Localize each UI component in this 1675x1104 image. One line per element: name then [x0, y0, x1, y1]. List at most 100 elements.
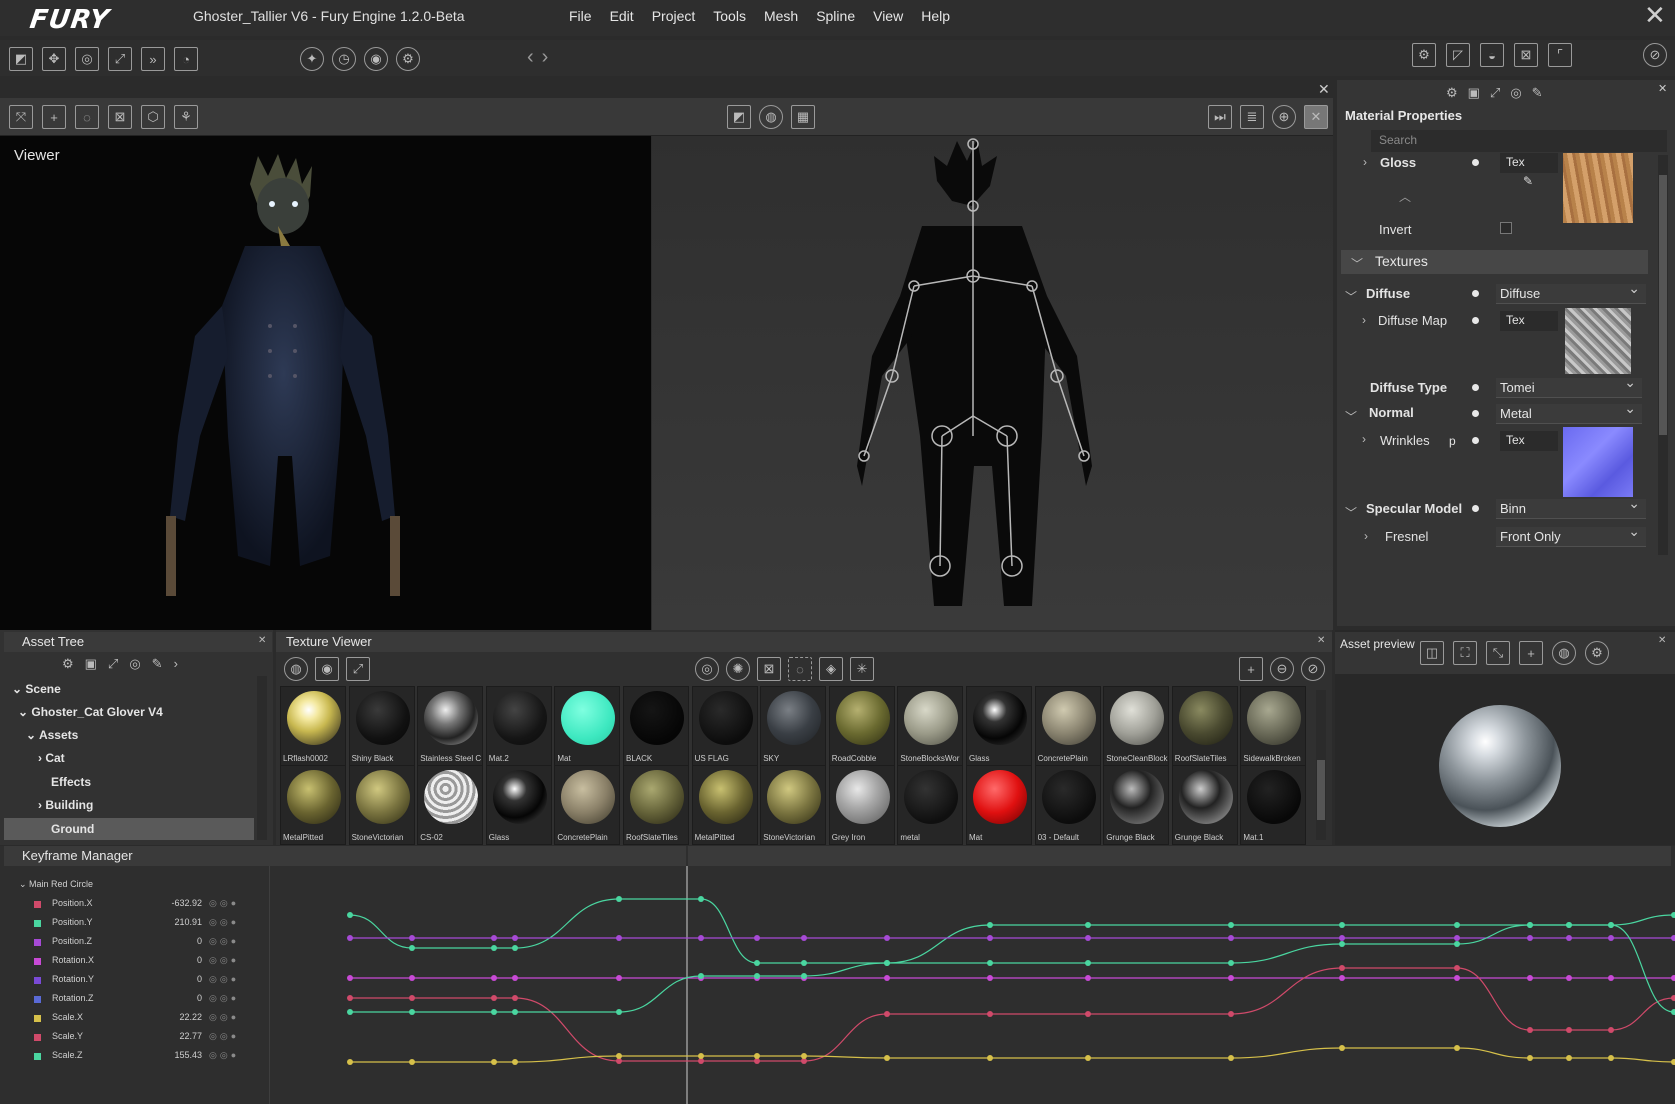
texture-tile[interactable]: RoofSlateTiles [623, 765, 689, 845]
texture-tile[interactable]: BLACK [623, 686, 689, 766]
menu-spline[interactable]: Spline [816, 8, 855, 24]
tex-filter-2-icon[interactable]: ✺ [726, 657, 750, 681]
shading-smooth-icon[interactable]: ◍ [759, 105, 783, 129]
texture-tile[interactable]: Mat [554, 686, 621, 766]
texture-tile[interactable]: ConcretePlain [1034, 686, 1101, 766]
close-viewport-icon[interactable]: ✕ [1304, 105, 1328, 129]
grid-icon[interactable]: ⊠ [1514, 43, 1538, 67]
close-material-icon[interactable]: ✕ [1658, 82, 1667, 95]
shading-flat-icon[interactable]: ◩ [727, 105, 751, 129]
texture-tile[interactable]: 03 - Default [1034, 765, 1101, 845]
collapse-up-icon[interactable]: ︿ [1399, 188, 1411, 205]
preview-globe-icon[interactable]: ◍ [1552, 641, 1576, 665]
keyframe-channel-row[interactable]: Position.Y 210.91 ◎◎● [34, 917, 264, 935]
close-asset-preview-icon[interactable]: ✕ [1658, 635, 1666, 646]
keyframe-channel-row[interactable]: Rotation.Y 0 ◎◎● [34, 974, 264, 992]
preview-camera-icon[interactable]: ◫ [1420, 641, 1444, 665]
channel-toggle-icons[interactable]: ◎◎● [209, 936, 239, 947]
close-panel-icon[interactable]: ✕ [1318, 81, 1330, 98]
close-asset-tree-icon[interactable]: ✕ [258, 635, 266, 646]
history-arrows-icon[interactable]: ‹› [527, 46, 556, 69]
tree-item-ground[interactable]: Ground [51, 822, 94, 836]
layout-icon[interactable]: ◸ [1446, 43, 1470, 67]
preview-collapse-icon[interactable]: ⤡ [1486, 641, 1510, 665]
invert-checkbox[interactable] [1500, 222, 1512, 234]
rotate-tool-icon[interactable]: ◎ [75, 47, 99, 71]
scale-tool-icon[interactable]: ⤢ [108, 47, 132, 71]
diffuse-chevron-icon[interactable]: ﹀ [1345, 288, 1357, 305]
fresnel-expand-icon[interactable]: › [1364, 529, 1368, 543]
menu-file[interactable]: File [569, 8, 592, 24]
render-settings-icon[interactable]: ⚙ [1412, 43, 1436, 67]
diffuse-type-dot[interactable] [1472, 384, 1479, 391]
close-view-icon[interactable]: ⊠ [108, 105, 132, 129]
texture-tile[interactable]: RoadCobble [828, 686, 895, 766]
menu-help[interactable]: Help [921, 8, 950, 24]
cube-icon[interactable]: ⬡ [141, 105, 165, 129]
preview-sphere[interactable] [1439, 705, 1561, 827]
gloss-tex-field[interactable]: Tex [1500, 153, 1558, 173]
close-window-icon[interactable]: ✕ [1644, 2, 1666, 28]
preview-frame-icon[interactable]: ⛶ [1453, 641, 1477, 665]
diffuse-map-thumb[interactable] [1565, 308, 1631, 374]
diffuse-select[interactable]: Diffuse [1496, 280, 1646, 304]
skeleton-view[interactable] [652, 136, 1333, 630]
tex-disable-icon[interactable]: ⊘ [1301, 657, 1325, 681]
tex-remove-icon[interactable]: ⊖ [1270, 657, 1294, 681]
specular-model-select[interactable]: Binn [1496, 495, 1646, 519]
gloss-dot[interactable] [1472, 159, 1479, 166]
menu-mesh[interactable]: Mesh [764, 8, 798, 24]
asset-tree-scrollbar[interactable] [257, 676, 267, 840]
select-tool-icon[interactable]: ◩ [9, 47, 33, 71]
texture-tile[interactable]: metal [897, 765, 964, 845]
eyedropper-icon[interactable]: ✎ [1523, 174, 1533, 188]
channel-toggle-icons[interactable]: ◎◎● [209, 974, 239, 985]
move-tool-icon[interactable]: ✥ [42, 47, 66, 71]
menu-project[interactable]: Project [652, 8, 696, 24]
channel-toggle-icons[interactable]: ◎◎● [209, 955, 239, 966]
channel-toggle-icons[interactable]: ◎◎● [209, 1012, 239, 1023]
keyframe-curves[interactable] [270, 866, 1675, 1104]
menu-view[interactable]: View [873, 8, 903, 24]
normal-chevron-icon[interactable]: ﹀ [1345, 408, 1357, 425]
texture-tile[interactable]: RoofSlateTiles [1171, 686, 1238, 766]
texture-tile[interactable]: US FLAG [691, 686, 758, 766]
channel-toggle-icons[interactable]: ◎◎● [209, 1031, 239, 1042]
channel-toggle-icons[interactable]: ◎◎● [209, 898, 239, 909]
channel-toggle-icons[interactable]: ◎◎● [209, 993, 239, 1004]
tree-item-effects[interactable]: Effects [51, 775, 91, 789]
specular-chevron-icon[interactable]: ﹀ [1345, 504, 1357, 521]
textures-section-header[interactable]: Textures [1341, 250, 1648, 274]
play-icon[interactable]: ⏭ [1208, 105, 1232, 129]
wrinkles-tex-field[interactable]: Tex [1500, 431, 1558, 451]
keyframe-channel-row[interactable]: Scale.Z 155.43 ◎◎● [34, 1050, 264, 1068]
crosshair-icon[interactable]: ⊕ [1272, 105, 1296, 129]
tex-filter-1-icon[interactable]: ◎ [695, 657, 719, 681]
asset-tree-tools-icon[interactable]: ⚙▣⤢◎✎› [62, 656, 189, 672]
gizmo-icon[interactable]: ✦ [300, 47, 324, 71]
diffuse-map-tex-field[interactable]: Tex [1500, 311, 1558, 331]
tree-item-ghoster[interactable]: ⌄ Ghoster_Cat Glover V4 [18, 705, 163, 719]
wrinkles-texture-thumb[interactable] [1563, 427, 1633, 497]
viewer-render[interactable] [0, 136, 651, 630]
texture-tile[interactable]: Shiny Black [348, 686, 415, 766]
tree-item-building[interactable]: › Building [38, 798, 93, 812]
gloss-expand-icon[interactable]: › [1363, 155, 1367, 169]
shading-wire-icon[interactable]: ▦ [791, 105, 815, 129]
texture-tile[interactable]: LRflash0002 [280, 686, 346, 766]
tree-item-scene[interactable]: ⌄ Scene [12, 682, 61, 696]
texture-tile[interactable]: ConcretePlain [554, 765, 621, 845]
close-texture-viewer-icon[interactable]: ✕ [1317, 635, 1325, 646]
texture-tile[interactable]: Mat.2 [485, 686, 552, 766]
texture-tile[interactable]: Grey Iron [828, 765, 895, 845]
textures-chevron-icon[interactable]: ﹀ [1351, 255, 1363, 272]
wrinkles-dot[interactable] [1472, 437, 1479, 444]
preview-add-icon[interactable]: + [1519, 641, 1543, 665]
menu-tools[interactable]: Tools [713, 8, 746, 24]
channel-toggle-icons[interactable]: ◎◎● [209, 917, 239, 928]
tex-add-icon[interactable]: + [1239, 657, 1263, 681]
texture-tile[interactable]: Grunge Black [1171, 765, 1238, 845]
target-icon[interactable]: ◉ [364, 47, 388, 71]
texture-tile[interactable]: StoneCleanBlock [1103, 686, 1170, 766]
texture-tile[interactable]: SKY [760, 686, 827, 766]
